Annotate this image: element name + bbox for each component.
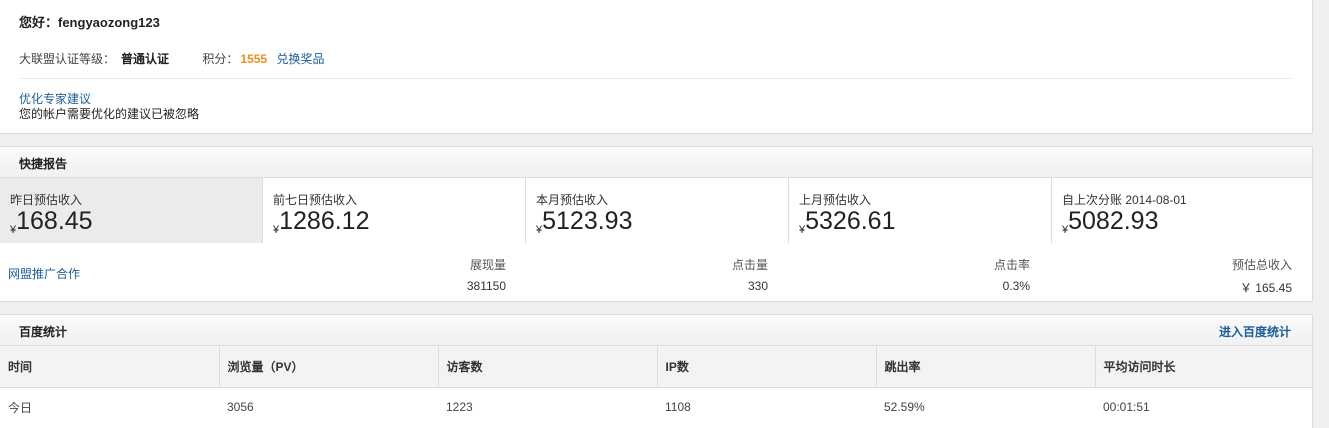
stat-last-month-revenue[interactable]: 上月预估收入 ¥5326.61 bbox=[789, 178, 1052, 243]
baidu-stats-panel: 百度统计 进入百度统计 时间 浏览量（PV） 访客数 IP数 跳出率 平均访问时… bbox=[0, 314, 1313, 428]
points-label: 积分： bbox=[202, 52, 239, 66]
points-value: 1555 bbox=[240, 52, 268, 66]
stat-number: 5123.93 bbox=[542, 207, 633, 235]
stat-this-month-revenue[interactable]: 本月预估收入 ¥5123.93 bbox=[526, 178, 789, 243]
redeem-prizes-link[interactable]: 兑换奖品 bbox=[276, 52, 324, 66]
stat-number: 5082.93 bbox=[1068, 207, 1159, 235]
revenue-stats-row: 昨日预估收入 ¥168.45 前七日预估收入 ¥1286.12 本月预估收入 ¥… bbox=[0, 178, 1312, 243]
column-header-visitors: 访客数 bbox=[438, 346, 658, 388]
stat-prev-seven-days-revenue[interactable]: 前七日预估收入 ¥1286.12 bbox=[263, 178, 526, 243]
stat-value: ¥168.45 bbox=[10, 207, 93, 236]
advice-status-text: 您的帐户需要优化的建议已被忽略 bbox=[19, 107, 200, 121]
quick-report-title: 快捷报告 bbox=[19, 157, 68, 171]
stat-value: ¥5082.93 bbox=[1062, 207, 1159, 236]
stat-label: 自上次分账 2014-08-01 bbox=[1062, 193, 1187, 207]
stat-since-last-settlement[interactable]: 自上次分账 2014-08-01 ¥5082.93 bbox=[1052, 178, 1312, 243]
table-cell: 00:01:51 bbox=[1103, 400, 1150, 415]
stat-number: 5326.61 bbox=[805, 207, 896, 235]
table-header-row: 时间 浏览量（PV） 访客数 IP数 跳出率 平均访问时长 bbox=[0, 346, 1312, 388]
estimated-total-revenue-column: 预估总收入 ￥ 165.45 bbox=[1232, 256, 1292, 296]
column-value: 381150 bbox=[466, 279, 506, 293]
union-promotion-row: 网盟推广合作 展现量 381150 点击量 330 点击率 0.3% 预估总收入… bbox=[0, 244, 1312, 302]
stat-label: 上月预估收入 bbox=[799, 193, 872, 207]
column-label: 点击率 bbox=[993, 258, 1030, 272]
baidu-stats-table: 时间 浏览量（PV） 访客数 IP数 跳出率 平均访问时长 今日 3056 12… bbox=[0, 346, 1312, 427]
table-cell: 1108 bbox=[665, 400, 691, 415]
column-header-bounce-rate: 跳出率 bbox=[876, 346, 1096, 388]
quick-report-header: 快捷报告 bbox=[0, 147, 1312, 178]
divider bbox=[19, 78, 1292, 79]
table-cell: 52.59% bbox=[884, 400, 925, 415]
impressions-column: 展现量 381150 bbox=[467, 256, 506, 293]
column-value: 330 bbox=[747, 279, 768, 293]
stat-value: ¥5123.93 bbox=[536, 207, 633, 236]
table-row: 今日 3056 1223 1108 52.59% 00:01:51 bbox=[0, 387, 1312, 427]
stat-number: 168.45 bbox=[16, 207, 93, 235]
quick-report-panel: 快捷报告 昨日预估收入 ¥168.45 前七日预估收入 ¥1286.12 本月预… bbox=[0, 146, 1313, 302]
cert-level-label: 大联盟认证等级： bbox=[19, 52, 116, 66]
stat-label: 本月预估收入 bbox=[536, 193, 609, 207]
stat-number: 1286.12 bbox=[279, 207, 370, 235]
column-header-pageviews: 浏览量（PV） bbox=[219, 346, 439, 388]
column-label: 点击量 bbox=[731, 258, 768, 272]
column-header-ip-count: IP数 bbox=[657, 346, 877, 388]
click-rate-column: 点击率 0.3% bbox=[994, 256, 1030, 293]
table-cell: 3056 bbox=[227, 400, 254, 415]
greeting-text: 您好：fengyaozong123 bbox=[19, 15, 160, 30]
stat-label: 昨日预估收入 bbox=[10, 193, 83, 207]
column-value: ￥ 165.45 bbox=[1239, 281, 1292, 295]
stat-label: 前七日预估收入 bbox=[273, 193, 358, 207]
column-label: 预估总收入 bbox=[1231, 258, 1292, 272]
column-label: 展现量 bbox=[469, 258, 506, 272]
table-cell: 1223 bbox=[446, 400, 473, 415]
baidu-stats-title: 百度统计 bbox=[19, 325, 68, 339]
account-summary-panel: 您好：fengyaozong123 大联盟认证等级： 普通认证 积分： 1555 兑… bbox=[0, 0, 1313, 134]
baidu-stats-header: 百度统计 进入百度统计 bbox=[0, 315, 1312, 346]
certification-row: 大联盟认证等级： 普通认证 积分： 1555 兑换奖品 bbox=[19, 50, 324, 67]
union-promotion-link[interactable]: 网盟推广合作 bbox=[8, 265, 80, 282]
column-value: 0.3% bbox=[1002, 279, 1030, 293]
column-header-time: 时间 bbox=[0, 346, 220, 388]
clicks-column: 点击量 330 bbox=[732, 256, 768, 293]
cert-level-value: 普通认证 bbox=[121, 52, 170, 66]
stat-value: ¥5326.61 bbox=[799, 207, 896, 236]
stat-value: ¥1286.12 bbox=[273, 207, 370, 236]
column-header-avg-visit-duration: 平均访问时长 bbox=[1095, 346, 1312, 388]
stat-yesterday-revenue[interactable]: 昨日预估收入 ¥168.45 bbox=[0, 178, 263, 243]
table-cell: 今日 bbox=[8, 400, 33, 415]
enter-baidu-stats-link[interactable]: 进入百度统计 bbox=[1219, 323, 1291, 340]
